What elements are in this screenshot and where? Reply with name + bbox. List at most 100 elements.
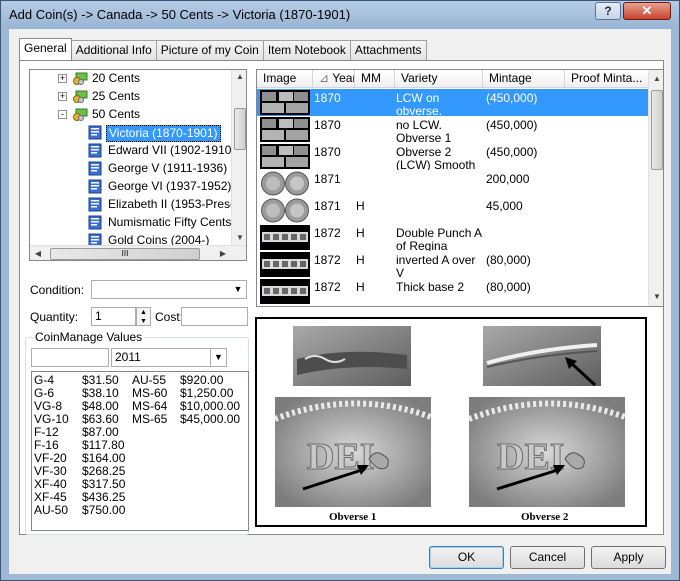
cell-variety: no LCW. Obverse 1	[396, 119, 452, 143]
values-list[interactable]: G-4 $31.50 G-6 $38.10 VG-8 $48.00 VG-10 $63.60 F…	[31, 371, 249, 531]
tree-scroll-thumb[interactable]	[234, 108, 246, 150]
column-header-variety[interactable]: Variety	[395, 70, 483, 88]
tab-additional-info[interactable]: Additional Info	[70, 40, 157, 60]
grid-scroll-thumb[interactable]	[651, 90, 663, 170]
coin-thumbnail-icon	[260, 171, 310, 196]
tree-item-label: 25 Cents	[92, 89, 141, 103]
table-row[interactable]: 1871 H 45,000	[257, 197, 649, 224]
tab-attachments[interactable]: Attachments	[349, 40, 427, 60]
chevron-down-icon[interactable]: ▼	[230, 281, 246, 298]
table-row[interactable]: 1870 Obverse 2 (LCW) Smooth Edge (450,000)	[257, 143, 649, 170]
book-icon	[88, 125, 102, 140]
tree-item-label: Edward VII (1902-1910)	[108, 143, 236, 157]
scroll-up-arrow-icon[interactable]: ▲	[650, 72, 663, 86]
values-filter-field[interactable]	[31, 348, 109, 367]
quantity-stepper[interactable]: ▲ ▼	[136, 307, 151, 326]
column-header-year[interactable]: ⊿ Year	[313, 70, 355, 88]
coinmanage-values-group: CoinManage Values 2011 ▼ G-4 $31.50 G-6 $38…	[25, 330, 249, 535]
column-header-mm[interactable]: MM	[355, 70, 395, 88]
scroll-right-arrow-icon[interactable]: ▶	[216, 247, 230, 260]
table-row[interactable]: 1870 no LCW. Obverse 1 (450,000)	[257, 116, 649, 143]
column-header-year-label: Year	[332, 71, 355, 85]
ok-button[interactable]: OK	[429, 546, 504, 569]
scroll-down-arrow-icon[interactable]: ▼	[233, 231, 246, 245]
close-button[interactable]: ✕	[623, 2, 671, 20]
tree-item[interactable]: +20 Cents	[30, 70, 230, 88]
cost-field[interactable]	[181, 307, 248, 326]
table-row[interactable]: 1872 H Thick base 2 (80,000)	[257, 278, 649, 305]
tree-vertical-scrollbar[interactable]: ▲ ▼	[231, 70, 246, 245]
quantity-field[interactable]: 1	[91, 307, 136, 326]
stepper-up-icon[interactable]: ▲	[137, 308, 150, 317]
tree-horizontal-scrollbar[interactable]: ◀ III ▶	[30, 245, 246, 260]
catalog-tree[interactable]: +20 Cents +25 Cents -50 Cents Victoria (187…	[29, 69, 247, 261]
cell-variety: Obverse 2 (LCW) Smooth Edge	[396, 146, 476, 170]
scroll-up-arrow-icon[interactable]: ▲	[233, 70, 246, 84]
tab-general[interactable]: General	[19, 38, 72, 60]
grid-vertical-scrollbar[interactable]: ▲ ▼	[648, 70, 663, 306]
table-row[interactable]: 1872 Hinverted A over V (80,000)	[257, 251, 649, 278]
cell-mintage: (80,000)	[486, 254, 531, 267]
tree-item[interactable]: Numismatic Fifty Cents (19	[30, 214, 246, 232]
tree-item[interactable]: George VI (1937-1952)	[30, 178, 231, 196]
table-row[interactable]: 1872 H Double Punch A of Regina	[257, 224, 649, 251]
book-icon	[88, 197, 102, 212]
title-bar: Add Coin(s) -> Canada -> 50 Cents -> Vic…	[1, 1, 679, 29]
tree-item-label: 20 Cents	[92, 71, 141, 85]
expand-icon[interactable]: +	[58, 74, 67, 83]
variety-grid[interactable]: Image ⊿ Year MM Variety Mintage Proof Mi…	[256, 69, 664, 307]
cost-label: Cost:	[155, 310, 184, 324]
help-button[interactable]: ?	[595, 2, 621, 20]
column-header-image[interactable]: Image	[257, 70, 313, 88]
tree-hscroll-thumb[interactable]: III	[50, 248, 200, 260]
cell-mm: H	[356, 200, 365, 213]
cell-mm: H	[356, 281, 365, 294]
condition-select[interactable]: ▼	[91, 280, 247, 299]
coin-legend-left: DEI	[307, 436, 375, 478]
dialog-client: General Additional Info Picture of my Co…	[9, 29, 671, 574]
book-icon	[88, 161, 102, 176]
cell-year: 1870	[314, 146, 341, 159]
tree-item[interactable]: - 50 Cents	[30, 106, 230, 124]
coin-thumbnail-icon	[260, 198, 310, 223]
cell-year: 1872	[314, 281, 341, 294]
coins-icon	[73, 72, 88, 85]
scroll-down-arrow-icon[interactable]: ▼	[650, 290, 663, 304]
scroll-grip-icon: III	[121, 249, 129, 258]
values-year-select[interactable]: 2011 ▼	[111, 348, 227, 367]
expand-icon[interactable]: +	[58, 92, 67, 101]
stepper-down-icon[interactable]: ▼	[137, 317, 150, 326]
quantity-value: 1	[95, 309, 102, 323]
collapse-icon[interactable]: -	[58, 110, 67, 119]
tree-item-label: George V (1911-1936)	[108, 161, 228, 175]
tree-item[interactable]: George V (1911-1936)	[30, 160, 230, 178]
cell-year: 1872	[314, 227, 341, 240]
tab-picture-of-my-coin[interactable]: Picture of my Coin	[155, 40, 264, 60]
tree-item[interactable]: Edward VII (1902-1910)	[30, 142, 235, 160]
tab-item-notebook[interactable]: Item Notebook	[262, 40, 351, 60]
general-tab-panel: +20 Cents +25 Cents -50 Cents Victoria (187…	[19, 60, 664, 535]
column-header-proof-mintage[interactable]: Proof Minta...	[565, 70, 649, 88]
cell-year: 1870	[314, 119, 341, 132]
chevron-down-icon[interactable]: ▼	[210, 349, 226, 366]
cell-mm: H	[356, 227, 365, 240]
cell-mintage: 200,000	[486, 173, 530, 186]
tree-item-label: Elizabeth II (1953-Present)	[108, 197, 247, 211]
cell-mm: H	[356, 254, 365, 267]
apply-button[interactable]: Apply	[591, 546, 666, 569]
values-year-value: 2011	[115, 350, 141, 364]
cell-variety: inverted A over V	[396, 254, 476, 278]
table-row[interactable]: 1870 LCW on obverse. Obverse 2 (450,000)	[257, 89, 649, 116]
tree-item[interactable]: Elizabeth II (1953-Present)	[30, 196, 246, 214]
scroll-left-arrow-icon[interactable]: ◀	[31, 247, 45, 260]
table-row[interactable]: 1871 200,000	[257, 170, 649, 197]
book-icon	[88, 143, 102, 158]
tree-item-label: 50 Cents	[92, 107, 141, 121]
tree-item[interactable]: Victoria (1870-1901)	[30, 124, 230, 142]
column-header-mintage[interactable]: Mintage	[483, 70, 565, 88]
coinmanage-values-title: CoinManage Values	[33, 330, 145, 344]
value-price: $750.00	[82, 503, 126, 517]
cancel-button[interactable]: Cancel	[510, 546, 585, 569]
tree-item[interactable]: +25 Cents	[30, 88, 230, 106]
condition-label: Condition:	[30, 283, 85, 297]
